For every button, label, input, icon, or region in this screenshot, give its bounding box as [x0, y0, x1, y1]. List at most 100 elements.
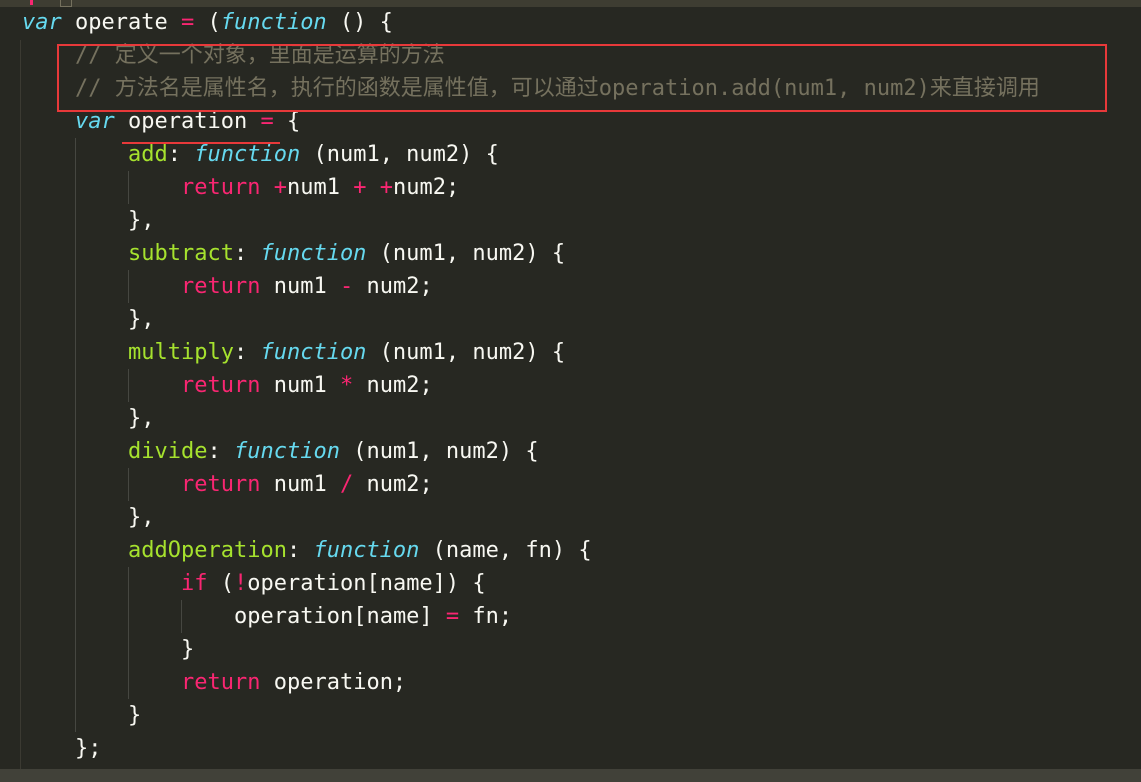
indent-guide — [22, 336, 75, 369]
code-token: addOperation — [128, 538, 287, 563]
indent-guide — [75, 567, 128, 600]
code-token: (name, fn) { — [419, 538, 592, 563]
indent-guide — [75, 699, 128, 732]
code-token: return — [181, 373, 261, 398]
code-token: * — [339, 373, 354, 398]
code-token: operation[name] — [234, 604, 446, 629]
tab-modified-marker — [30, 0, 33, 5]
indent-guide — [22, 237, 75, 270]
code-token: num2; — [353, 274, 433, 299]
indent-guide — [75, 402, 128, 435]
code-token: } — [181, 637, 195, 662]
code-line[interactable]: }; — [22, 732, 1040, 765]
indent-guide — [22, 270, 75, 303]
code-token: ! — [234, 571, 248, 596]
code-token: num1 — [260, 472, 340, 497]
code-line[interactable]: return operation; — [22, 666, 1040, 699]
indent-guide — [128, 369, 181, 402]
code-token: num2; — [353, 373, 433, 398]
code-line[interactable]: } — [22, 633, 1040, 666]
code-token: }, — [128, 307, 155, 332]
indent-guide — [128, 600, 181, 633]
code-token: var — [22, 10, 62, 35]
code-token: = — [445, 604, 460, 629]
code-line[interactable]: subtract: function (num1, num2) { — [22, 237, 1040, 270]
code-token: operate — [61, 10, 181, 35]
indent-guide — [128, 633, 181, 666]
code-token: (num1, num2) { — [300, 142, 499, 167]
code-token: }, — [128, 208, 155, 233]
indent-guide — [75, 303, 128, 336]
code-token: function — [194, 142, 301, 167]
indent-guide — [75, 270, 128, 303]
code-line[interactable]: addOperation: function (name, fn) { — [22, 534, 1040, 567]
code-line[interactable]: }, — [22, 204, 1040, 237]
code-token: operation; — [260, 670, 407, 695]
indent-guide — [22, 468, 75, 501]
code-token: = — [260, 109, 274, 134]
code-token: return — [181, 670, 261, 695]
indent-guide — [75, 435, 128, 468]
code-token: function — [260, 340, 367, 365]
code-token: var — [75, 109, 115, 134]
code-line[interactable]: divide: function (num1, num2) { — [22, 435, 1040, 468]
code-line[interactable]: }, — [22, 501, 1040, 534]
code-line[interactable]: return num1 / num2; — [22, 468, 1040, 501]
indent-guide — [22, 567, 75, 600]
code-line[interactable]: if (!operation[name]) { — [22, 567, 1040, 600]
operation-underline-annotation — [122, 142, 280, 144]
code-line[interactable]: }, — [22, 402, 1040, 435]
code-token: : — [167, 142, 195, 167]
indent-guide — [75, 534, 128, 567]
code-token: (num1, num2) { — [366, 340, 566, 365]
code-token: multiply — [128, 340, 234, 365]
code-token: + — [379, 175, 393, 200]
indent-guide — [75, 666, 128, 699]
code-token: : — [233, 340, 261, 365]
code-token: }, — [128, 406, 155, 431]
indent-guide — [75, 633, 128, 666]
code-token: return — [181, 175, 261, 200]
indent-guide — [75, 501, 128, 534]
comment-highlight-box — [57, 44, 1107, 112]
code-line[interactable]: return +num1 + +num2; — [22, 171, 1040, 204]
code-token: : — [286, 538, 314, 563]
indent-guide — [75, 600, 128, 633]
code-line[interactable]: return num1 * num2; — [22, 369, 1040, 402]
code-token: / — [339, 472, 354, 497]
code-line[interactable]: return num1 - num2; — [22, 270, 1040, 303]
code-token: divide — [128, 439, 208, 464]
code-token: + — [273, 175, 287, 200]
indent-guide — [22, 501, 75, 534]
code-token: if — [181, 571, 208, 596]
code-editor[interactable]: var operate = (function () {// 定义一个对象，里面… — [22, 6, 1040, 765]
indent-guide — [22, 402, 75, 435]
code-token: }; — [75, 736, 102, 761]
code-token: function — [313, 538, 420, 563]
code-line[interactable]: var operate = (function () { — [22, 6, 1040, 39]
indent-guide — [22, 534, 75, 567]
code-token: } — [128, 703, 142, 728]
code-line[interactable]: operation[name] = fn; — [22, 600, 1040, 633]
code-token: return — [181, 274, 261, 299]
code-token: num1 — [260, 274, 340, 299]
code-token: ( — [194, 10, 221, 35]
code-token: { — [273, 109, 301, 134]
code-line[interactable]: } — [22, 699, 1040, 732]
code-token: num2; — [353, 472, 433, 497]
code-token: operation[name]) { — [247, 571, 486, 596]
code-line[interactable]: multiply: function (num1, num2) { — [22, 336, 1040, 369]
code-token: + — [353, 175, 367, 200]
code-line[interactable]: }, — [22, 303, 1040, 336]
indent-guide — [22, 138, 75, 171]
code-token: (num1, num2) { — [366, 241, 566, 266]
code-token: num1 — [286, 175, 354, 200]
code-token: }, — [128, 505, 155, 530]
code-token: subtract — [128, 241, 234, 266]
code-token: : — [207, 439, 234, 464]
code-token: (num1, num2) { — [339, 439, 539, 464]
indent-guide — [22, 732, 75, 765]
indent-guide — [22, 369, 75, 402]
code-token: fn; — [459, 604, 513, 629]
